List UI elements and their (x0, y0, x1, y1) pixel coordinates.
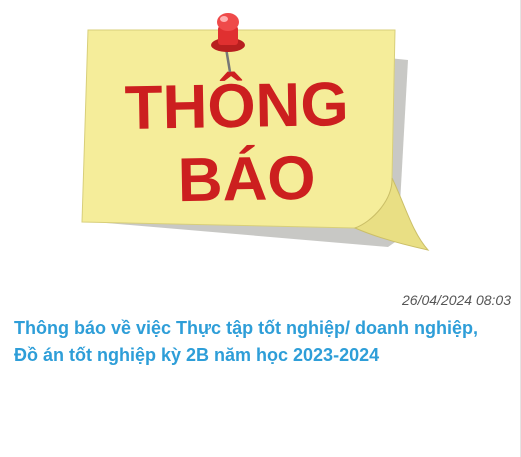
post-title-line-1[interactable]: Thông báo về việc Thực tập tốt nghiệp/ d… (14, 315, 514, 342)
post-title-line-2[interactable]: Đồ án tốt nghiệp kỳ 2B năm học 2023-2024 (14, 342, 514, 369)
post-title-link[interactable]: Thông báo về việc Thực tập tốt nghiệp/ d… (14, 315, 514, 369)
notice-thumbnail[interactable]: THÔNG BÁO (0, 0, 521, 290)
news-card: THÔNG BÁO 26/04/2024 08:03 Thông báo về … (0, 0, 521, 457)
notice-word-2: BÁO (177, 144, 316, 215)
notice-word-1: THÔNG (124, 70, 349, 143)
post-date: 26/04/2024 08:03 (402, 292, 511, 308)
